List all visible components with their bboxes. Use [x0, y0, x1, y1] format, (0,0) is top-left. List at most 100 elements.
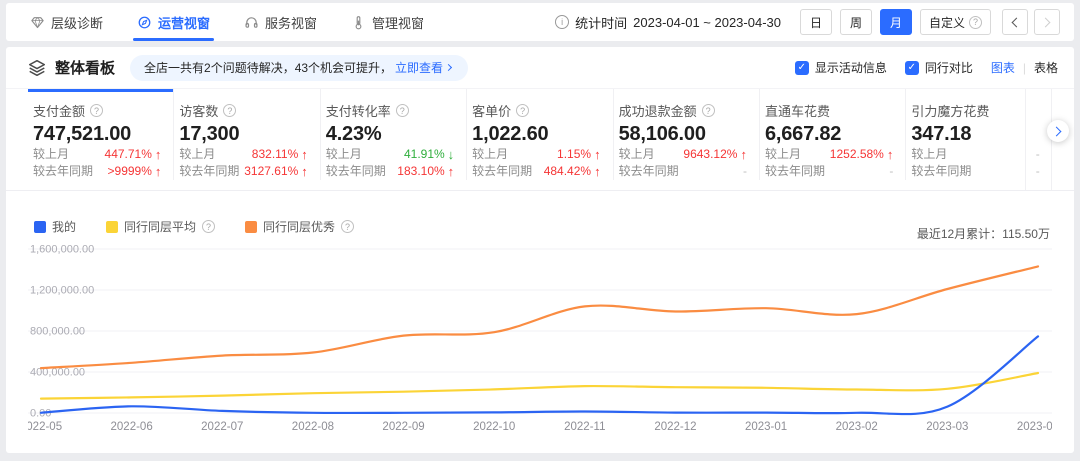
compare-row: 较去年同期 - — [765, 163, 893, 180]
stat-time: i 统计时间 2023-04-01 ~ 2023-04-30 — [555, 13, 781, 32]
metric-name: 支付金额 — [33, 101, 85, 120]
range-button[interactable]: 周 — [840, 9, 872, 35]
cards-next-button[interactable] — [1047, 120, 1069, 142]
compare-row: 较上月41.91%↓ — [326, 146, 454, 163]
compare-value: >9999%↑ — [108, 163, 162, 180]
y-axis-tick: 400,000.00 — [30, 367, 85, 379]
metric-name: 直通车花费 — [765, 101, 830, 120]
overview-panel: 整体看板 全店一共有2个问题待解决，43个机会可提升， 立即查看 ✓显示活动信息… — [6, 47, 1074, 453]
thermometer-icon — [351, 15, 366, 30]
topbar-tab-label: 服务视窗 — [265, 13, 317, 32]
metric-value: 6,667.82 — [765, 123, 893, 146]
metric-card[interactable]: 引力魔方花费 347.18较上月 -较去年同期- — [906, 89, 1052, 180]
compare-label: 较上月 — [911, 146, 947, 163]
compare-value: - — [1036, 163, 1040, 180]
topbar-tab[interactable]: 层级诊断 — [30, 3, 103, 41]
trend-line-chart: 0.00400,000.00800,000.001,200,000.001,60… — [28, 244, 1052, 444]
legend-item[interactable]: 我的 — [34, 218, 76, 235]
compare-label: 较上月 — [765, 146, 801, 163]
x-axis-tick: 2022-09 — [382, 421, 424, 433]
metric-value: 1,022.60 — [472, 123, 600, 146]
x-axis-tick: 2023-01 — [745, 421, 787, 433]
metric-name: 引力魔方花费 — [911, 101, 989, 120]
toggles: ✓显示活动信息✓同行对比 — [795, 59, 973, 76]
metric-value: 58,106.00 — [619, 123, 747, 146]
metric-card[interactable]: 支付金额?747,521.00较上月447.71%↑较去年同期>9999%↑ — [28, 89, 174, 180]
legend-item[interactable]: 同行同层平均? — [106, 218, 215, 235]
compare-percent: - — [889, 163, 893, 180]
range-button[interactable]: 日 — [800, 9, 832, 35]
topbar-tab[interactable]: 管理视窗 — [351, 3, 424, 41]
compare-label: 较去年同期 — [765, 163, 825, 180]
x-axis-tick: 2022-12 — [654, 421, 696, 433]
checkbox-checked-icon[interactable]: ✓ — [905, 61, 919, 75]
metric-card-title: 成功退款金额? — [619, 101, 747, 120]
date-range-group: 日 周 月 自定义? — [800, 9, 991, 35]
chevron-left-icon — [1012, 17, 1022, 27]
metric-cards-viewport: 支付金额?747,521.00较上月447.71%↑较去年同期>9999%↑访客… — [28, 89, 1052, 190]
compare-percent: - — [743, 163, 747, 180]
metric-card-title: 引力魔方花费 — [911, 101, 1039, 120]
arrow-down-icon: ↓ — [448, 146, 455, 163]
notice-link[interactable]: 立即查看 — [395, 59, 443, 76]
arrow-up-icon: ↑ — [301, 146, 308, 163]
x-axis-tick: 2022-07 — [201, 421, 243, 433]
compare-percent: 484.42% — [544, 163, 591, 180]
stat-time-value: 2023-04-01 ~ 2023-04-30 — [633, 15, 781, 30]
compare-row: 较去年同期183.10%↑ — [326, 163, 454, 180]
notice-pill: 全店一共有2个问题待解决，43个机会可提升， 立即查看 — [130, 55, 468, 81]
compare-row: 较上月832.11%↑ — [179, 146, 307, 163]
compare-label: 较上月 — [472, 146, 508, 163]
compare-value: 1.15%↑ — [557, 146, 601, 163]
toggle-option[interactable]: ✓显示活动信息 — [795, 59, 887, 76]
topbar-tab[interactable]: 服务视窗 — [244, 3, 317, 41]
next-period-button[interactable] — [1034, 9, 1060, 35]
headset-icon — [244, 15, 259, 30]
metric-card[interactable]: 客单价?1,022.60较上月1.15%↑较去年同期484.42%↑ — [467, 89, 613, 180]
range-button[interactable]: 自定义? — [920, 9, 991, 35]
metric-card[interactable]: 访客数?17,300较上月832.11%↑较去年同期3127.61%↑ — [174, 89, 320, 180]
x-axis-tick: 2022-11 — [564, 421, 605, 433]
metric-cards-band: 支付金额?747,521.00较上月447.71%↑较去年同期>9999%↑访客… — [6, 88, 1074, 191]
compare-percent: 41.91% — [404, 146, 445, 163]
arrow-up-icon: ↑ — [740, 146, 747, 163]
metric-card-title: 直通车花费 — [765, 101, 893, 120]
chevron-right-icon — [1041, 17, 1051, 27]
metric-value: 347.18 — [911, 123, 1039, 146]
layers-icon — [28, 59, 46, 77]
prev-period-button[interactable] — [1002, 9, 1028, 35]
compare-percent: 1.15% — [557, 146, 591, 163]
compare-row: 较去年同期- — [911, 163, 1039, 180]
topbar-tab[interactable]: 运营视窗 — [137, 3, 210, 41]
metric-card-title: 支付转化率? — [326, 101, 454, 120]
x-axis-tick: 2022-08 — [292, 421, 334, 433]
metric-card[interactable]: 直通车花费6,667.82较上月1252.58%↑较去年同期- — [760, 89, 906, 180]
checkbox-checked-icon[interactable]: ✓ — [795, 61, 809, 75]
chart-line — [41, 266, 1038, 368]
compare-value: - — [1036, 146, 1040, 163]
y-axis-tick: 800,000.00 — [30, 326, 85, 338]
board-header: 整体看板 全店一共有2个问题待解决，43个机会可提升， 立即查看 ✓显示活动信息… — [6, 47, 1074, 88]
arrow-up-icon: ↑ — [887, 146, 894, 163]
metric-card[interactable]: 支付转化率?4.23%较上月41.91%↓较去年同期183.10%↑ — [321, 89, 467, 180]
pager — [1002, 9, 1060, 35]
view-table-link[interactable]: 表格 — [1034, 59, 1058, 76]
range-button-label: 日 — [810, 14, 822, 31]
range-button-label: 月 — [890, 14, 902, 31]
toggle-option[interactable]: ✓ 同行对比 — [905, 59, 973, 76]
compare-value: 3127.61%↑ — [244, 163, 308, 180]
metric-value: 17,300 — [179, 123, 307, 146]
metric-value: 747,521.00 — [33, 123, 161, 146]
compare-value: 832.11%↑ — [252, 146, 308, 163]
view-switch-separator: | — [1023, 61, 1026, 75]
range-button[interactable]: 月 — [880, 9, 912, 35]
legend-item[interactable]: 同行同层优秀? — [245, 218, 354, 235]
legend-swatch — [34, 221, 46, 233]
compare-label: 较上月 — [33, 146, 69, 163]
metric-card[interactable]: 成功退款金额?58,106.00较上月9643.12%↑较去年同期- — [614, 89, 760, 180]
toggle-label: 同行对比 — [925, 59, 973, 76]
board-header-right: ✓显示活动信息✓同行对比 图表 | 表格 — [795, 59, 1058, 76]
compare-percent: 9643.12% — [683, 146, 737, 163]
arrow-up-icon: ↑ — [594, 163, 601, 180]
view-chart-link[interactable]: 图表 — [991, 59, 1015, 76]
